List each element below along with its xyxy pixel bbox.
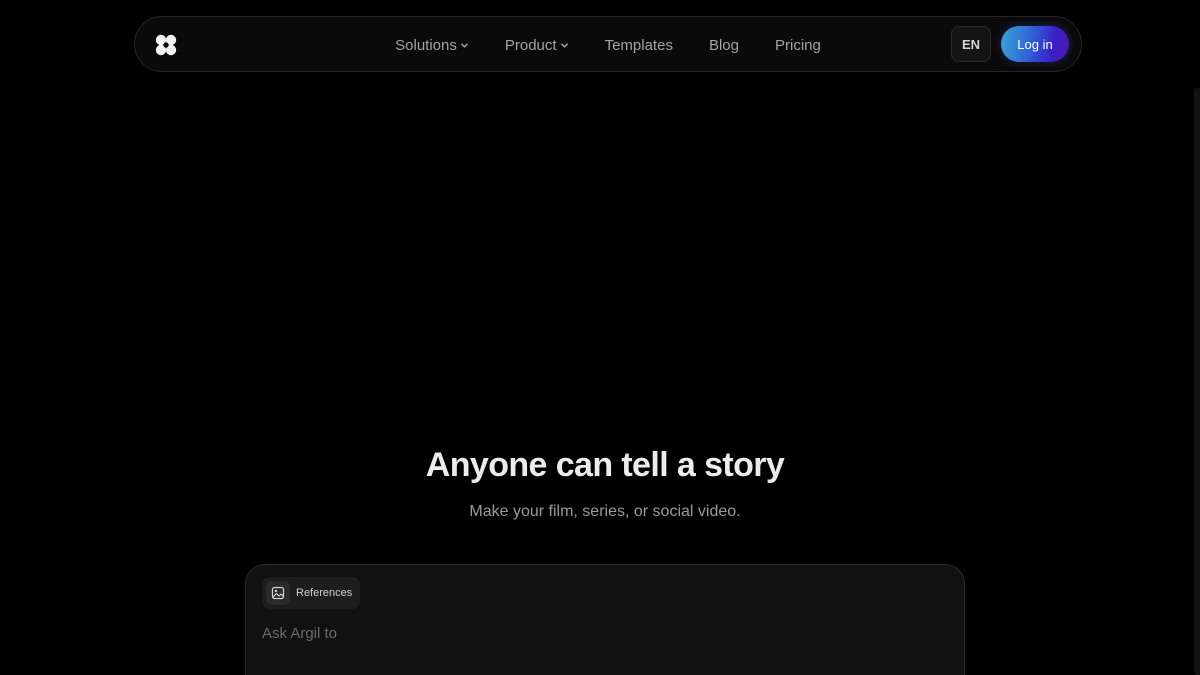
nav-item-solutions[interactable]: Solutions — [377, 37, 487, 54]
nav-item-label: Templates — [604, 36, 673, 54]
nav-item-label: Solutions — [395, 36, 457, 54]
nav-item-product[interactable]: Product — [487, 37, 587, 54]
hero-subtitle: Make your film, series, or social video. — [469, 503, 741, 520]
nav-links: Solutions Product Templates Blog Pricing — [135, 17, 1081, 73]
prompt-box: References — [245, 564, 965, 675]
top-nav: Solutions Product Templates Blog Pricing — [134, 16, 1082, 72]
references-button[interactable]: References — [262, 577, 361, 609]
nav-item-templates[interactable]: Templates — [587, 37, 691, 54]
nav-item-label: Blog — [708, 36, 739, 54]
prompt-input[interactable] — [262, 621, 942, 645]
nav-item-label: Pricing — [774, 36, 821, 54]
page: Solutions Product Templates Blog Pricing — [0, 0, 1200, 675]
chevron-down-icon — [560, 43, 568, 48]
references-label: References — [296, 587, 353, 599]
argil-logo-icon[interactable] — [155, 34, 177, 56]
image-icon — [266, 581, 290, 605]
chevron-down-icon — [460, 43, 468, 48]
nav-actions: EN Log in — [951, 26, 1069, 62]
scrollbar[interactable] — [1194, 88, 1200, 675]
nav-item-label: Product — [504, 36, 557, 54]
nav-item-blog[interactable]: Blog — [691, 37, 757, 54]
nav-item-pricing[interactable]: Pricing — [757, 37, 839, 54]
login-button[interactable]: Log in — [1001, 26, 1069, 62]
hero-title: Anyone can tell a story — [425, 446, 785, 484]
language-button[interactable]: EN — [951, 26, 991, 62]
